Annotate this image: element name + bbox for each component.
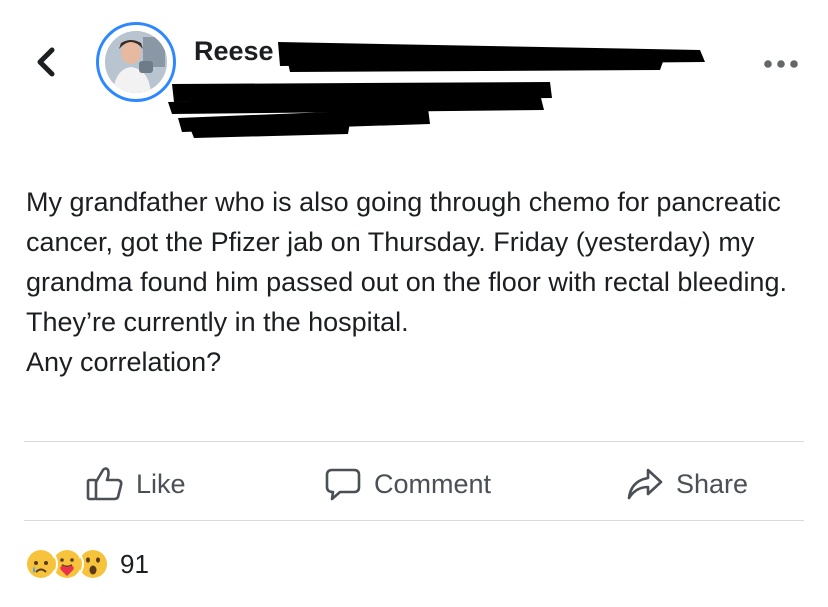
post-paragraph: My grandfather who is also going through… [26, 187, 787, 337]
like-label: Like [136, 468, 186, 499]
ellipsis-icon [764, 60, 798, 68]
back-button[interactable] [30, 42, 64, 82]
comment-button[interactable]: Comment [324, 462, 491, 506]
post-body: My grandfather who is also going through… [26, 182, 816, 382]
more-options-button[interactable] [762, 55, 800, 73]
share-label: Share [676, 468, 749, 499]
share-arrow-icon [627, 468, 663, 500]
chevron-left-icon [37, 47, 55, 77]
redaction-scribble [168, 42, 705, 138]
like-button[interactable]: Like [86, 462, 186, 506]
sad-reaction-icon [24, 547, 58, 581]
reactions-summary[interactable]: 91 [24, 547, 149, 581]
comment-label: Comment [374, 468, 492, 499]
post-paragraph: Any correlation? [26, 347, 222, 377]
divider [24, 441, 804, 442]
thumbs-up-icon [86, 467, 123, 501]
share-button[interactable]: Share [626, 462, 748, 506]
reaction-count: 91 [120, 548, 149, 579]
comment-icon [325, 468, 361, 501]
avatar-photo [105, 31, 167, 93]
divider [24, 520, 804, 521]
